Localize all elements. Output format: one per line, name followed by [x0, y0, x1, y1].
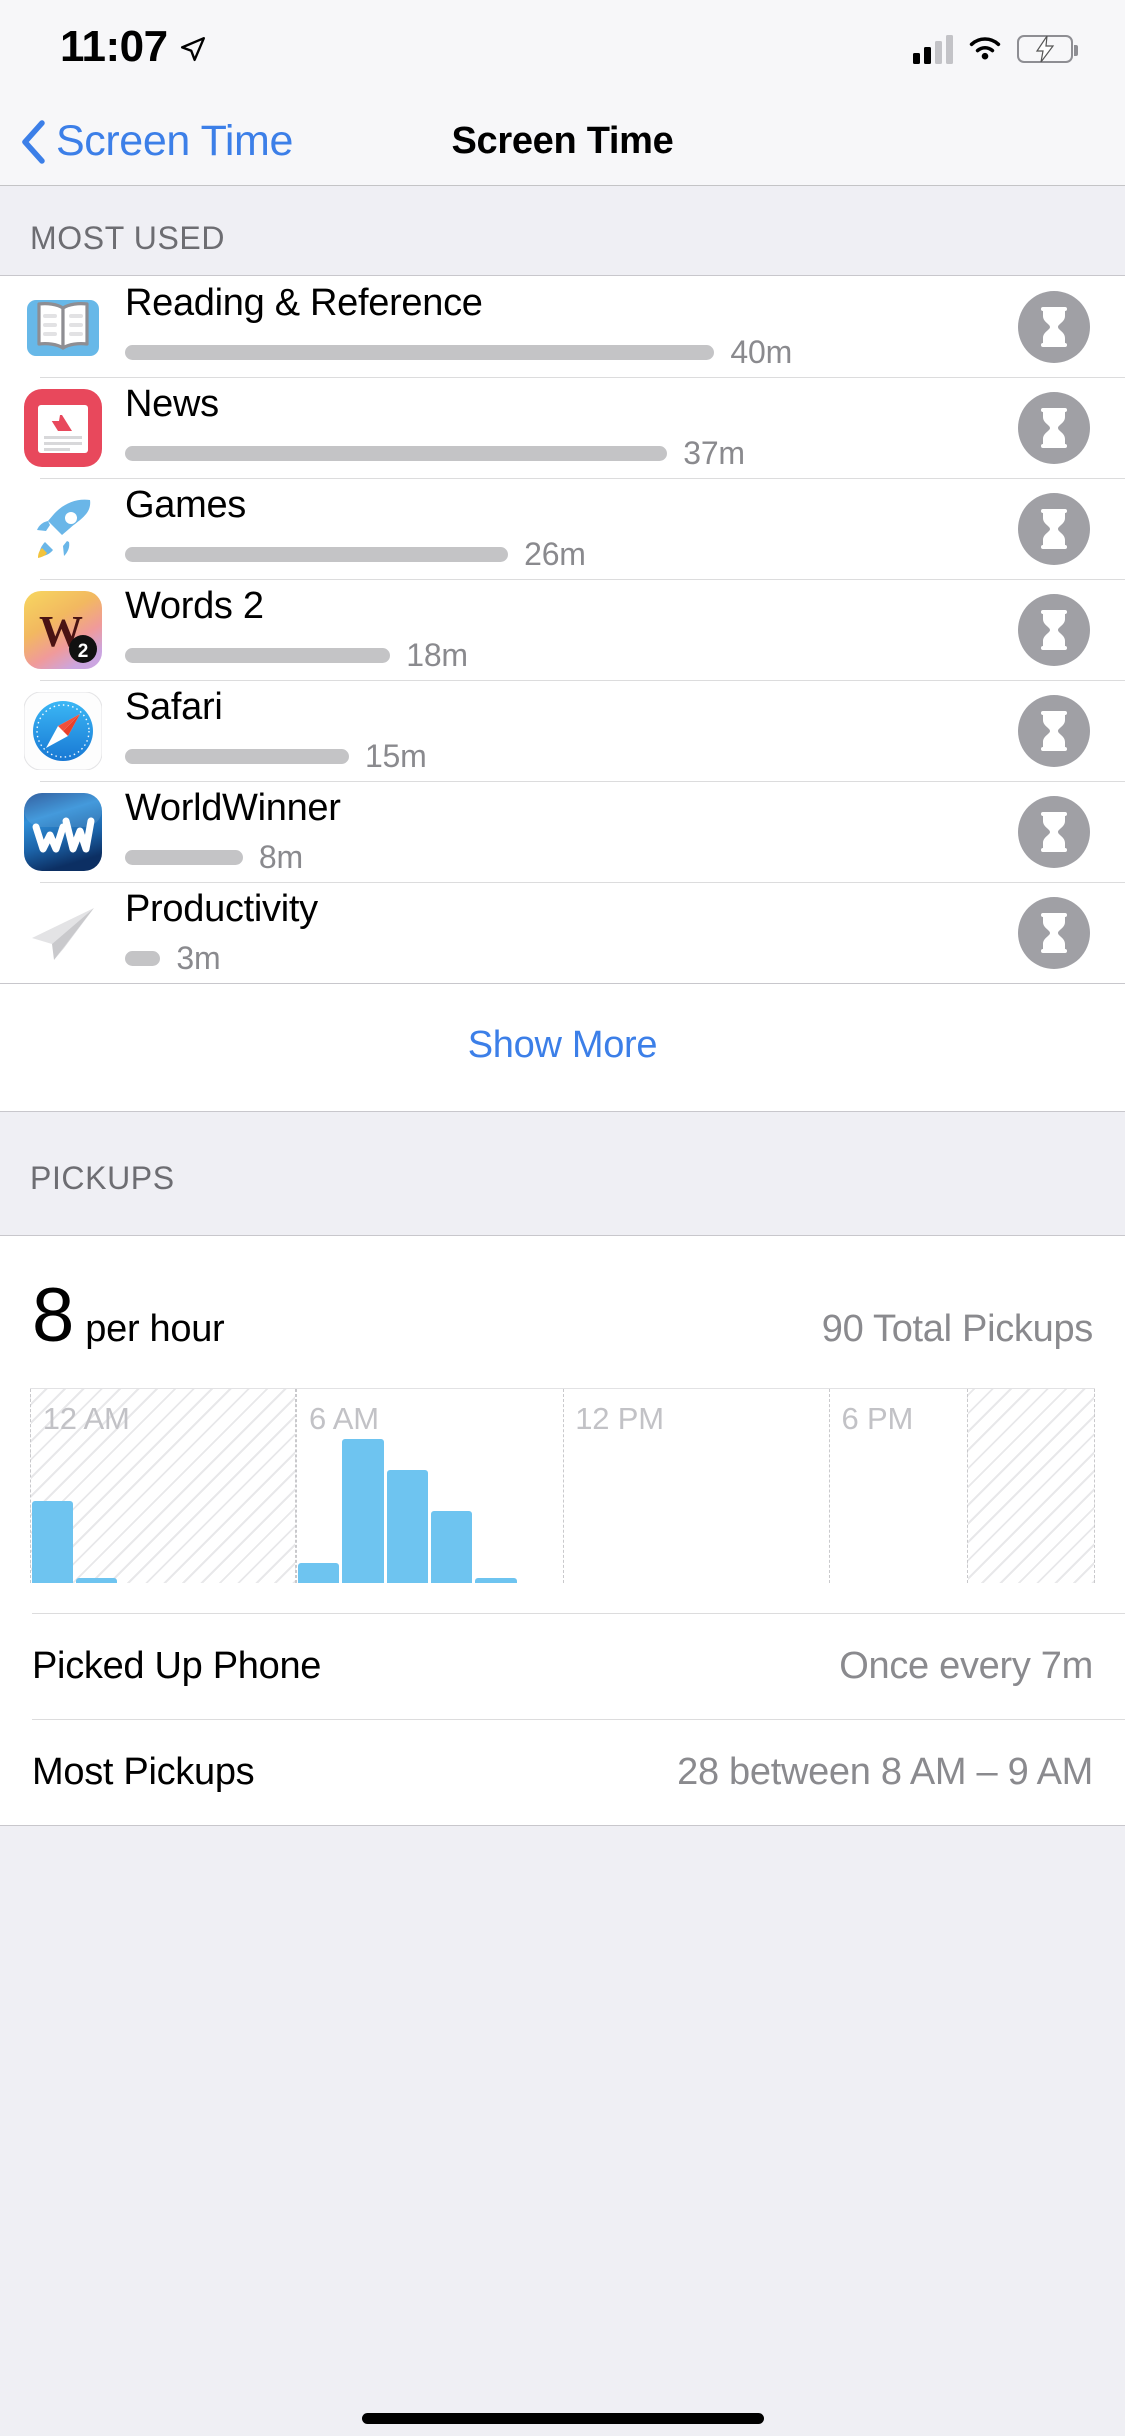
picked-up-phone-value: Once every 7m: [839, 1644, 1093, 1687]
app-usage-row[interactable]: W 2 Words 2 18m: [0, 579, 1125, 680]
status-bar-right: [913, 34, 1078, 64]
chart-bar: [475, 1577, 517, 1583]
app-name-label: Games: [125, 484, 246, 526]
pickups-per-hour-unit: per hour: [85, 1308, 225, 1350]
back-button[interactable]: Screen Time: [0, 117, 293, 166]
words-2-icon: W 2: [24, 590, 102, 669]
app-time-limit-button[interactable]: [1018, 795, 1090, 868]
app-usage-bar: [125, 547, 509, 562]
app-name-label: Reading & Reference: [125, 282, 483, 324]
app-usage-bar: [125, 648, 391, 663]
most-pickups-label: Most Pickups: [32, 1750, 255, 1793]
app-time-limit-button[interactable]: [1018, 290, 1090, 363]
app-usage-time: 37m: [683, 435, 745, 471]
wifi-icon: [967, 35, 1003, 63]
app-usage-time: 3m: [176, 940, 221, 976]
most-pickups-value: 28 between 8 AM – 9 AM: [677, 1750, 1093, 1793]
app-usage-bar-line: 8m: [125, 839, 1018, 876]
status-bar-clock: 11:07: [60, 22, 168, 71]
rocket-icon: [24, 490, 102, 568]
most-used-list: Reading & Reference 40m News 37m Games 2…: [0, 275, 1125, 984]
chevron-left-icon: [20, 119, 46, 164]
picked-up-phone-label: Picked Up Phone: [32, 1644, 322, 1687]
status-bar: 11:07: [0, 0, 1125, 98]
app-usage-bar-line: 18m: [125, 637, 1018, 674]
back-button-label: Screen Time: [56, 117, 293, 165]
app-usage-row[interactable]: Reading & Reference 40m: [0, 276, 1125, 377]
home-indicator[interactable]: [361, 2413, 764, 2424]
most-pickups-row: Most Pickups 28 between 8 AM – 9 AM: [0, 1719, 1125, 1825]
paper-plane-icon: [24, 894, 102, 972]
app-time-limit-button[interactable]: [1018, 391, 1090, 464]
app-usage-main: News 37m: [125, 383, 1018, 472]
pickups-card: 8 per hour 90 Total Pickups 12 AM 6 AM 12 …: [0, 1235, 1125, 1826]
app-usage-time: 18m: [406, 637, 468, 673]
app-usage-bar: [125, 345, 715, 360]
scroll-content[interactable]: MOST USED Reading & Reference 40m News 3…: [0, 186, 1125, 2436]
app-usage-bar-line: 26m: [125, 536, 1018, 573]
svg-text:2: 2: [78, 641, 89, 662]
app-usage-main: Productivity 3m: [125, 888, 1018, 977]
pickups-chart-wrapper: 12 AM 6 AM 12 PM 6 PM: [0, 1354, 1125, 1583]
app-name-label: Safari: [125, 686, 223, 728]
app-usage-bar-line: 37m: [125, 435, 1018, 472]
app-name-label: News: [125, 383, 219, 425]
chart-bar: [297, 1562, 340, 1583]
app-usage-row[interactable]: Games 26m: [0, 478, 1125, 579]
chart-bar: [342, 1439, 384, 1583]
chart-bar: [75, 1577, 118, 1583]
app-name-label: WorldWinner: [125, 787, 341, 829]
battery-charging-icon: [1017, 35, 1078, 63]
chart-bar: [31, 1500, 73, 1583]
app-name-label: Words 2: [125, 585, 264, 627]
app-usage-main: Safari 15m: [125, 686, 1018, 775]
app-usage-row[interactable]: Productivity 3m: [0, 882, 1125, 983]
chart-bar: [430, 1511, 473, 1583]
app-usage-row[interactable]: Safari 15m: [0, 680, 1125, 781]
cellular-signal-icon: [913, 34, 953, 64]
show-more-button[interactable]: Show More: [0, 984, 1125, 1112]
app-usage-bar-line: 40m: [125, 334, 1018, 371]
app-usage-bar: [125, 749, 349, 764]
app-usage-main: Words 2 18m: [125, 585, 1018, 674]
most-used-section-header: MOST USED: [0, 186, 1125, 275]
app-time-limit-button[interactable]: [1018, 593, 1090, 666]
app-usage-row[interactable]: WorldWinner 8m: [0, 781, 1125, 882]
apple-news-icon: [24, 388, 102, 467]
pickups-bar-chart[interactable]: 12 AM 6 AM 12 PM 6 PM: [30, 1388, 1095, 1583]
app-usage-main: Reading & Reference 40m: [125, 282, 1018, 371]
app-time-limit-button[interactable]: [1018, 492, 1090, 565]
app-name-label: Productivity: [125, 888, 318, 930]
app-usage-main: Games 26m: [125, 484, 1018, 573]
app-usage-time: 26m: [524, 536, 586, 572]
pickups-rate: 8 per hour: [32, 1273, 225, 1358]
status-bar-left: 11:07: [60, 25, 206, 73]
app-usage-bar: [125, 446, 668, 461]
app-usage-row[interactable]: News 37m: [0, 377, 1125, 478]
app-usage-bar: [125, 850, 243, 865]
app-usage-time: 40m: [730, 334, 793, 370]
chart-bars: [30, 1389, 1095, 1583]
worldwinner-icon: [24, 792, 102, 871]
app-usage-bar-line: 15m: [125, 738, 1018, 775]
app-time-limit-button[interactable]: [1018, 896, 1090, 969]
pickups-section-header: PICKUPS: [0, 1112, 1125, 1235]
app-usage-bar-line: 3m: [125, 940, 1018, 977]
navigation-bar: Screen Time Screen Time: [0, 98, 1125, 186]
total-pickups-label: 90 Total Pickups: [821, 1308, 1094, 1350]
picked-up-phone-row: Picked Up Phone Once every 7m: [0, 1613, 1125, 1719]
pickups-per-hour-value: 8: [32, 1273, 74, 1358]
book-icon: [24, 288, 102, 366]
app-usage-main: WorldWinner 8m: [125, 787, 1018, 876]
app-usage-bar: [125, 951, 161, 966]
app-time-limit-button[interactable]: [1018, 694, 1090, 767]
chart-bar: [386, 1470, 428, 1583]
screen-time-app: 11:07 Screen Time Screen Time MOST USED …: [0, 0, 1125, 2436]
home-indicator-area: [0, 2402, 1125, 2436]
app-usage-time: 8m: [258, 839, 303, 875]
safari-compass-icon: [23, 691, 103, 770]
location-arrow-icon: [180, 36, 206, 62]
pickups-summary: 8 per hour 90 Total Pickups: [0, 1236, 1125, 1354]
app-usage-time: 15m: [364, 738, 427, 774]
